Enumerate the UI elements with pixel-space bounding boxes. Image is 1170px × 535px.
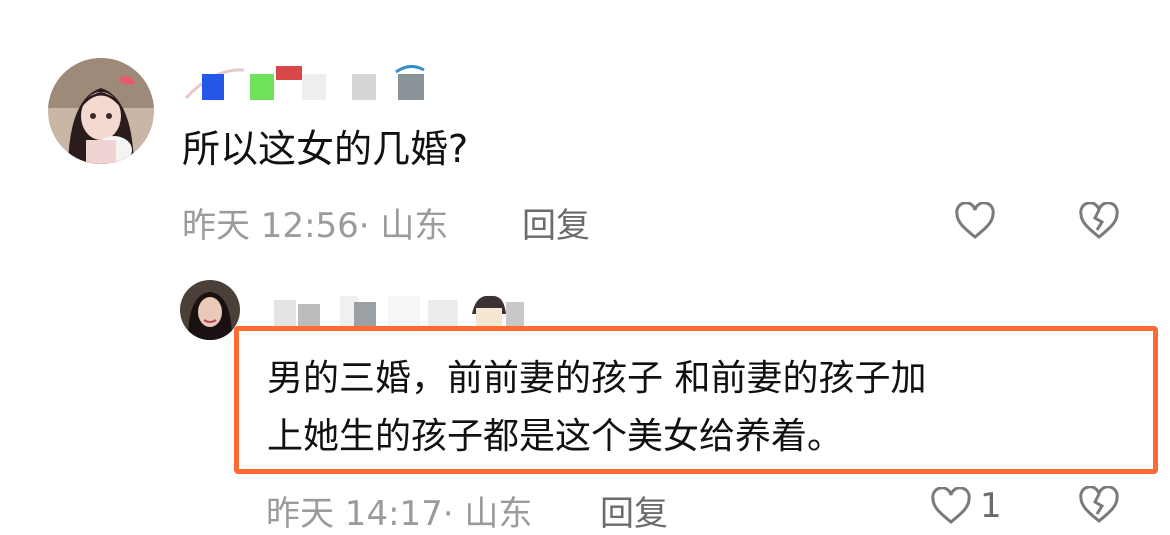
reply-text-line-1: 男的三婚，前前妻的孩子 和前妻的孩子加 <box>267 358 927 399</box>
heart-outline-icon <box>931 487 971 524</box>
reply-dislike-button[interactable] <box>1078 485 1120 528</box>
mosaic-name-mask <box>274 295 524 328</box>
reply-like-count: 1 <box>980 486 1002 526</box>
reply-like-button[interactable]: 1 <box>930 486 1002 526</box>
comment-dislike-button[interactable] <box>1078 201 1120 244</box>
reply-time-location: 昨天 14:17· 山东 <box>266 494 533 534</box>
broken-heart-icon <box>1079 201 1119 239</box>
anime-girl-avatar-image <box>48 58 154 164</box>
comment-text: 所以这女的几婚? <box>182 127 469 171</box>
reply-reply-button[interactable]: 回复 <box>600 486 668 535</box>
commenter-name-obscured <box>184 62 428 102</box>
heart-outline-icon <box>955 201 995 239</box>
reply-text-line-2: 上她生的孩子都是这个美女给养着。 <box>267 416 844 457</box>
woman-portrait-avatar-image <box>180 280 240 340</box>
comment-time-location: 昨天 12:56· 山东 <box>182 206 449 246</box>
mosaic-name-mask <box>184 65 425 100</box>
comment-reply-button[interactable]: 回复 <box>522 198 590 247</box>
broken-heart-icon <box>1079 485 1119 523</box>
replier-avatar[interactable] <box>180 280 240 340</box>
reply-highlight-box: 男的三婚，前前妻的孩子 和前妻的孩子加 上她生的孩子都是这个美女给养着。 <box>234 326 1158 474</box>
commenter-avatar[interactable] <box>48 58 154 164</box>
replier-name-obscured <box>270 290 526 330</box>
comment-like-button[interactable] <box>954 201 996 244</box>
